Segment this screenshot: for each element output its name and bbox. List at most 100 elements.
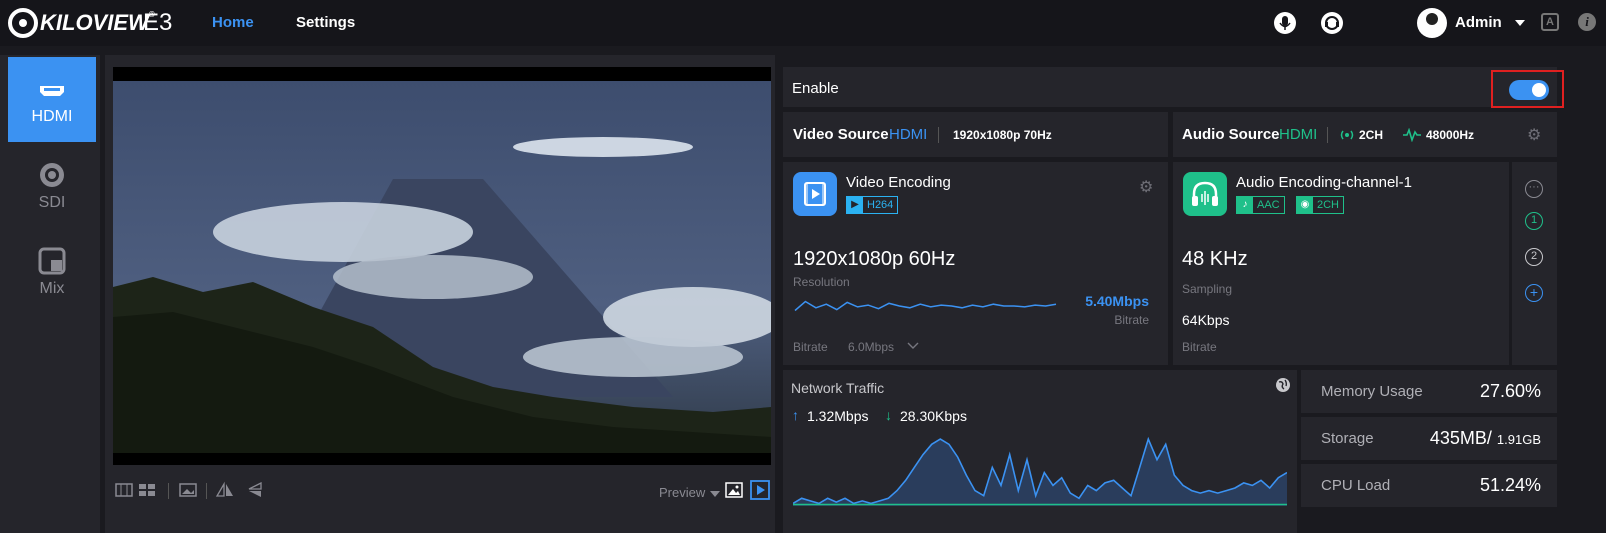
toolbar-divider xyxy=(206,483,207,499)
enable-label: Enable xyxy=(792,80,839,97)
audio-source-panel: Audio Source HDMI 2CH 48000Hz ⚙ xyxy=(1173,112,1557,157)
gear-icon[interactable]: ⚙ xyxy=(1139,177,1153,197)
download-arrow-icon: ↓ xyxy=(885,407,892,423)
play-icon: ▶ xyxy=(847,197,863,213)
info-icon[interactable]: i xyxy=(1578,13,1596,31)
video-mode-icon[interactable] xyxy=(750,480,770,500)
nav-settings[interactable]: Settings xyxy=(296,14,355,31)
add-channel-icon[interactable]: + xyxy=(1525,284,1543,302)
channel-2-button[interactable]: 2 xyxy=(1525,248,1543,266)
audio-codec-badge: ♪ AAC xyxy=(1236,196,1285,214)
bitrate-sparkline xyxy=(794,300,1057,312)
user-avatar[interactable] xyxy=(1417,8,1447,38)
language-icon[interactable]: A xyxy=(1541,13,1559,31)
audio-channels-badge: ◉ 2CH xyxy=(1296,196,1345,214)
sampling-label: Sampling xyxy=(1182,282,1233,296)
audio-encoding-title: Audio Encoding-channel-1 xyxy=(1236,174,1412,191)
upload-area xyxy=(793,439,1287,506)
video-preview xyxy=(113,67,771,465)
globe-icon[interactable] xyxy=(1275,377,1291,393)
cpu-load-value: 51.24% xyxy=(1479,475,1541,495)
image-mode-icon[interactable] xyxy=(725,481,743,499)
storage-used: 435MB/ xyxy=(1429,428,1492,448)
cpu-load-card: CPU Load 51.24% xyxy=(1301,464,1557,507)
nav-home[interactable]: Home xyxy=(212,14,254,31)
preview-mode-select[interactable]: Preview xyxy=(659,485,705,500)
upload-arrow-icon: ↑ xyxy=(792,407,799,423)
sidebar-item-mix[interactable]: Mix xyxy=(8,229,96,314)
cpu-load-label: CPU Load xyxy=(1321,477,1391,494)
bitrate-label: Bitrate xyxy=(793,340,828,354)
audio-source-channels: 2CH xyxy=(1359,128,1384,142)
audio-source-title: Audio Source xyxy=(1182,126,1280,143)
quad-layout-icon[interactable] xyxy=(138,481,156,499)
sidebar-item-label: Mix xyxy=(39,280,65,297)
toolbar-divider xyxy=(168,483,169,499)
top-bar: KILOVIEW® E3 Home Settings Admin A i xyxy=(0,0,1606,46)
broadcast-icon xyxy=(1340,130,1354,140)
hdmi-icon xyxy=(40,86,64,96)
storage-card: Storage 435MB/ 1.91GB xyxy=(1301,417,1557,460)
logo-mark xyxy=(8,8,38,38)
audio-bitrate-label: Bitrate xyxy=(1182,340,1217,354)
logo-text: KILOVIEW® xyxy=(40,10,155,35)
audio-encoding-panel: Audio Encoding-channel-1 ♪ AAC ◉ 2CH 48 KH… xyxy=(1173,162,1509,365)
audio-source-value[interactable]: HDMI xyxy=(1279,126,1317,143)
channel-column: ··· 1 2 + xyxy=(1512,162,1557,365)
more-icon[interactable]: ··· xyxy=(1525,180,1543,198)
storage-label: Storage xyxy=(1321,430,1374,447)
chevron-down-icon[interactable] xyxy=(710,491,720,497)
waveform-icon xyxy=(1403,128,1421,142)
preview-panel: Preview xyxy=(105,55,775,533)
memory-usage-card: Memory Usage 27.60% xyxy=(1301,370,1557,413)
kiloview-logo: KILOVIEW® xyxy=(8,6,155,40)
divider xyxy=(938,127,939,143)
video-resolution: 1920x1080p 60Hz xyxy=(793,248,956,270)
bitrate-line xyxy=(794,300,1057,312)
video-encoding-icon xyxy=(793,172,837,216)
grid-layout-icon[interactable] xyxy=(115,481,133,499)
storage-value: 435MB/ 1.91GB xyxy=(1430,428,1541,449)
audio-channels-label: 2CH xyxy=(1317,199,1340,211)
flip-vertical-icon[interactable] xyxy=(246,481,264,499)
network-traffic-title: Network Traffic xyxy=(791,380,885,396)
gear-icon[interactable]: ⚙ xyxy=(1527,125,1541,145)
memory-usage-label: Memory Usage xyxy=(1321,383,1423,400)
upload-value: 1.32Mbps xyxy=(807,408,869,424)
headphones-icon xyxy=(1183,172,1227,216)
audio-source-rate: 48000Hz xyxy=(1426,128,1475,142)
sdi-icon xyxy=(40,163,64,187)
sidebar-item-sdi[interactable]: SDI xyxy=(8,143,96,228)
enable-toggle[interactable] xyxy=(1509,80,1549,100)
flip-horizontal-icon[interactable] xyxy=(215,481,235,499)
model-name: E3 xyxy=(143,9,173,36)
microphone-icon[interactable] xyxy=(1274,12,1296,34)
headset-icon[interactable] xyxy=(1321,12,1343,34)
audio-sampling: 48 KHz xyxy=(1182,248,1248,270)
bitrate-value: 5.40Mbps xyxy=(1085,293,1149,309)
storage-total: 1.91GB xyxy=(1496,432,1541,447)
bitrate-label-right: Bitrate xyxy=(1114,313,1149,327)
sidebar-item-hdmi[interactable]: HDMI xyxy=(8,57,96,142)
sidebar-item-label: SDI xyxy=(38,194,66,211)
enable-bar: Enable xyxy=(783,67,1564,108)
user-name[interactable]: Admin xyxy=(1455,14,1502,31)
sidebar: HDMI SDI Mix xyxy=(0,55,100,533)
sidebar-item-label: HDMI xyxy=(31,108,73,125)
toggle-knob xyxy=(1532,83,1546,97)
audio-bitrate: 64Kbps xyxy=(1182,312,1230,328)
video-encoding-panel: Video Encoding ▶ H264 ⚙ 1920x1080p 60Hz R… xyxy=(783,162,1168,365)
toggle-highlight xyxy=(1491,70,1564,108)
channel-1-button[interactable]: 1 xyxy=(1525,212,1543,230)
video-source-format: 1920x1080p 70Hz xyxy=(953,128,1052,142)
memory-usage-value: 27.60% xyxy=(1479,381,1541,401)
codec-badge: ▶ H264 xyxy=(846,196,899,214)
divider xyxy=(1327,127,1328,143)
video-source-value[interactable]: HDMI xyxy=(889,126,927,143)
bitrate-setting-select[interactable]: 6.0Mbps xyxy=(848,340,894,354)
picture-icon[interactable] xyxy=(179,481,197,499)
video-encoding-title: Video Encoding xyxy=(846,174,951,191)
chevron-down-icon[interactable] xyxy=(1515,20,1525,26)
chevron-down-icon[interactable] xyxy=(907,342,919,350)
codec-label: H264 xyxy=(867,199,894,211)
